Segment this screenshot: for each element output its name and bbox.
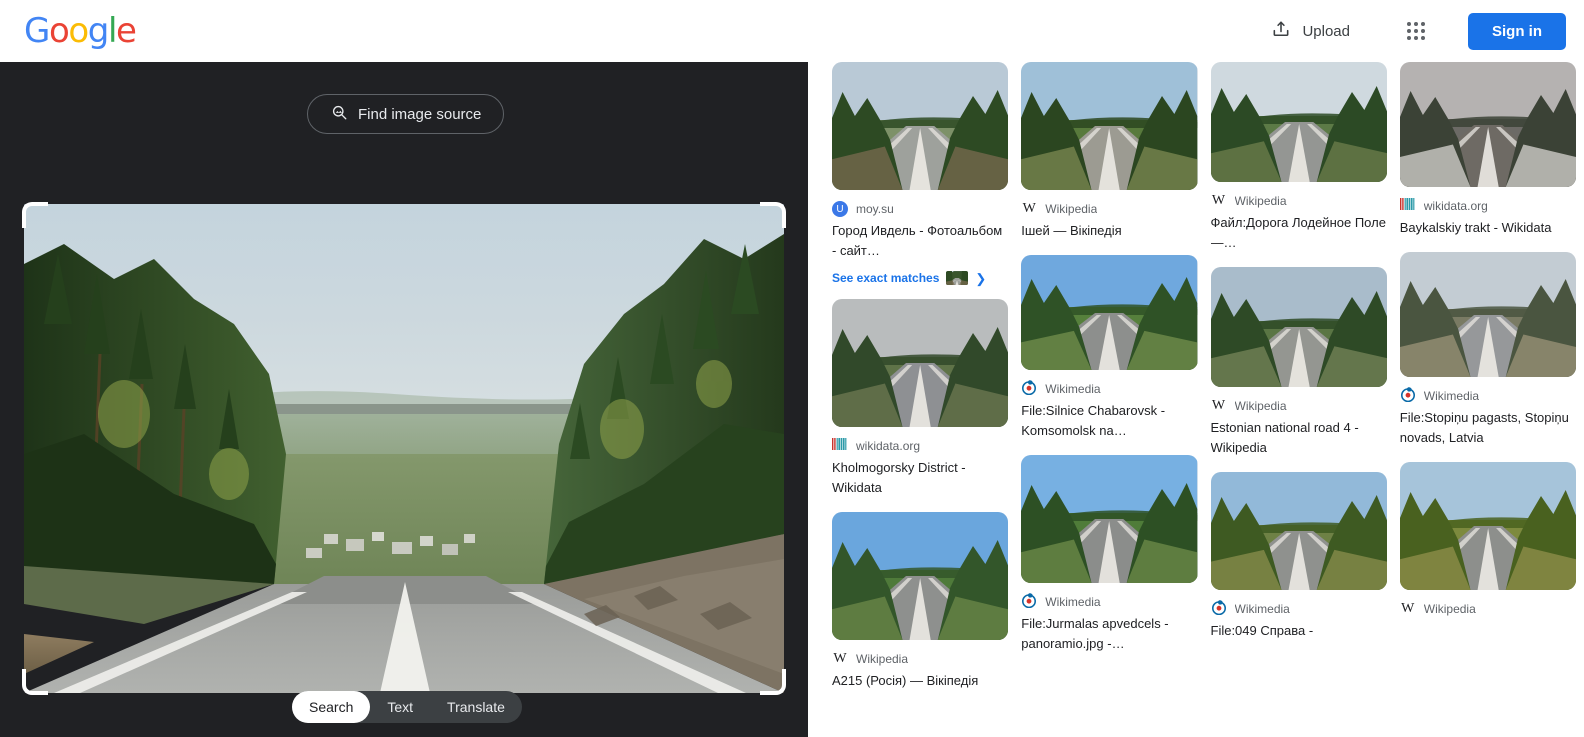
result-title[interactable]: Город Ивдель - Фотоальбом - сайт… — [832, 221, 1008, 261]
result-card[interactable]: Wikimedia File:Jurmalas apvedcels - pano… — [1021, 455, 1198, 654]
result-card[interactable]: Wikimedia File:Silnice Chabarovsk - Koms… — [1021, 255, 1198, 441]
header-actions: Upload Sign in — [1259, 11, 1584, 52]
wikipedia-w-favicon: W — [1401, 601, 1415, 616]
result-title[interactable]: File:Stopiņu pagasts, Stopiņu novads, La… — [1400, 408, 1576, 448]
wikipedia-w-favicon: W — [1022, 201, 1036, 216]
result-card[interactable]: W Wikipedia Ішей — Вікіпедія — [1021, 62, 1198, 241]
result-card[interactable]: W Wikipedia Estonian national road 4 - W… — [1210, 267, 1387, 458]
result-thumbnail[interactable] — [1399, 252, 1576, 377]
upload-icon — [1271, 19, 1291, 44]
crop-handle-bottom-right[interactable] — [760, 669, 786, 695]
result-source-name: moy.su — [856, 202, 894, 216]
result-source-name: Wikimedia — [1234, 602, 1290, 616]
result-title[interactable]: Kholmogorsky District - Wikidata — [832, 458, 1008, 498]
result-title[interactable]: А215 (Росія) — Вікіпедія — [832, 671, 1008, 691]
result-thumbnail[interactable] — [1021, 62, 1198, 190]
image-viewer-pane: Find image source Search Text Translate — [0, 62, 808, 737]
result-source: W Wikipedia — [832, 651, 1008, 667]
wikimedia-globe-favicon — [1211, 599, 1227, 620]
result-source-name: Wikipedia — [856, 652, 909, 666]
apps-grid-icon[interactable] — [1396, 11, 1436, 51]
mode-tab-bar: Search Text Translate — [292, 691, 522, 723]
result-thumbnail[interactable] — [1021, 455, 1198, 583]
result-thumbnail[interactable] — [1021, 255, 1198, 370]
result-source-name: wikidata.org — [1423, 199, 1488, 213]
crop-frame[interactable] — [22, 202, 786, 695]
result-thumbnail[interactable] — [1210, 472, 1387, 590]
wikimedia-globe-favicon — [1021, 592, 1037, 613]
exact-match-thumbnail — [946, 271, 969, 285]
result-source-name: wikidata.org — [856, 439, 921, 453]
wikipedia-w-favicon: W — [1211, 193, 1226, 208]
result-source: Wikimedia — [1211, 599, 1387, 620]
result-thumbnail[interactable] — [1399, 462, 1576, 590]
result-source: Wikimedia — [1021, 592, 1197, 613]
result-source-name: Wikipedia — [1234, 194, 1287, 208]
result-card[interactable]: wikidata.org Kholmogorsky District - Wik… — [832, 299, 1009, 498]
chevron-right-icon: ❯ — [975, 270, 987, 286]
upload-button[interactable]: Upload — [1259, 11, 1362, 52]
result-source: wikidata.org — [1399, 197, 1576, 215]
wikidata-barcode-favicon — [1399, 197, 1416, 215]
result-thumbnail[interactable] — [1210, 62, 1387, 182]
result-thumbnail[interactable] — [832, 512, 1009, 640]
result-title[interactable]: Ішей — Вікіпедія — [1021, 221, 1197, 241]
result-source: W Wikipedia — [1211, 398, 1387, 414]
result-source: Wikimedia — [1021, 379, 1197, 400]
result-title[interactable]: Файл:Дорога Лодейное Поле —… — [1211, 213, 1387, 253]
find-image-source-label: Find image source — [358, 105, 482, 123]
result-thumbnail[interactable] — [1399, 62, 1576, 187]
wikidata-barcode-favicon — [832, 437, 848, 455]
main-image[interactable] — [24, 204, 784, 693]
upload-label: Upload — [1302, 22, 1350, 40]
result-source-name: Wikipedia — [1423, 602, 1476, 616]
result-title[interactable]: File:049 Справа - — [1211, 621, 1387, 641]
result-card[interactable]: U moy.su Город Ивдель - Фотоальбом - сай… — [832, 62, 1009, 285]
wikipedia-w-favicon: W — [833, 651, 847, 666]
result-card[interactable]: wikidata.org Baykalskiy trakt - Wikidata — [1399, 62, 1576, 238]
result-card[interactable]: Wikimedia File:Stopiņu pagasts, Stopiņu … — [1399, 252, 1576, 448]
find-image-source-button[interactable]: Find image source — [307, 94, 505, 134]
result-source: U moy.su — [832, 201, 1008, 217]
result-thumbnail[interactable] — [832, 62, 1009, 190]
result-card[interactable]: W Wikipedia — [1399, 462, 1576, 621]
image-search-icon — [330, 103, 348, 125]
result-card[interactable]: W Wikipedia А215 (Росія) — Вікіпедія — [832, 512, 1009, 691]
mode-tab-search[interactable]: Search — [292, 691, 371, 723]
result-source: wikidata.org — [832, 438, 1008, 454]
result-source-name: Wikimedia — [1423, 389, 1480, 403]
result-title[interactable]: Estonian national road 4 - Wikipedia — [1211, 418, 1387, 458]
wikimedia-globe-favicon — [1400, 386, 1416, 407]
result-source: W Wikipedia — [1021, 201, 1197, 217]
sign-in-button[interactable]: Sign in — [1468, 12, 1566, 50]
see-exact-matches-label: See exact matches — [832, 271, 940, 285]
results-masonry: U moy.su Город Ивдель - Фотоальбом - сай… — [832, 62, 1576, 705]
crop-handle-top-right[interactable] — [760, 202, 786, 228]
mode-tab-translate[interactable]: Translate — [430, 691, 522, 723]
crop-handle-top-left[interactable] — [22, 202, 48, 228]
result-source-name: Wikipedia — [1045, 202, 1098, 216]
result-source-name: Wikimedia — [1045, 382, 1101, 396]
crop-handle-bottom-left[interactable] — [22, 669, 48, 695]
wikimedia-globe-favicon — [1021, 379, 1037, 400]
result-thumbnail[interactable] — [1210, 267, 1387, 387]
see-exact-matches-link[interactable]: See exact matches ❯ — [832, 271, 1008, 285]
wikipedia-w-favicon: W — [1211, 398, 1226, 413]
result-source-name: Wikipedia — [1234, 399, 1287, 413]
result-card[interactable]: W Wikipedia Файл:Дорога Лодейное Поле —… — [1210, 62, 1387, 253]
result-title[interactable]: File:Jurmalas apvedcels - panoramio.jpg … — [1021, 614, 1197, 654]
google-logo[interactable]: Google — [24, 14, 137, 48]
result-thumbnail[interactable] — [832, 299, 1009, 427]
visual-matches-pane[interactable]: U moy.su Город Ивдель - Фотоальбом - сай… — [808, 62, 1584, 737]
result-source: W Wikipedia — [1400, 601, 1576, 617]
letter-u-favicon: U — [832, 201, 848, 217]
mode-tab-text[interactable]: Text — [370, 691, 430, 723]
result-source: W Wikipedia — [1211, 193, 1387, 209]
result-card[interactable]: Wikimedia File:049 Справа - — [1210, 472, 1387, 641]
result-title[interactable]: Baykalskiy trakt - Wikidata — [1400, 218, 1576, 238]
top-header: Google Upload Sign in — [0, 0, 1584, 62]
result-title[interactable]: File:Silnice Chabarovsk - Komsomolsk na… — [1021, 401, 1197, 441]
result-source: Wikimedia — [1400, 386, 1576, 407]
result-source-name: Wikimedia — [1045, 595, 1101, 609]
